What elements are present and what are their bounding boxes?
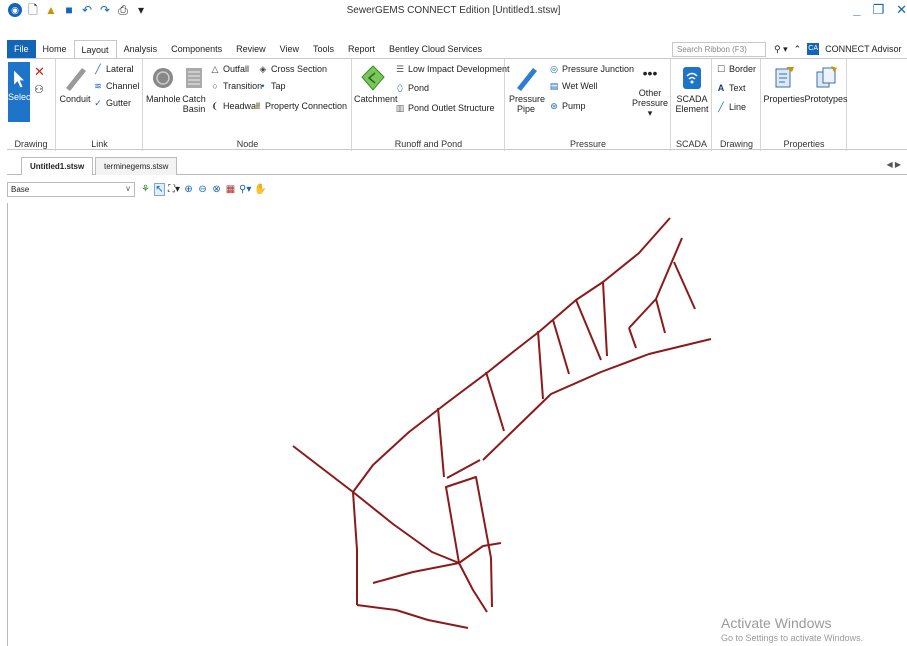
conduit-link[interactable] bbox=[673, 261, 696, 310]
conduit-link[interactable] bbox=[655, 298, 666, 334]
conduit-link[interactable] bbox=[437, 407, 445, 478]
activate-windows-watermark: Activate Windows Go to Settings to activ… bbox=[721, 615, 863, 643]
conduit-link[interactable] bbox=[628, 327, 637, 349]
conduit-link[interactable] bbox=[458, 562, 488, 613]
watermark-title: Activate Windows bbox=[721, 615, 832, 631]
conduit-link[interactable] bbox=[575, 299, 602, 361]
conduit-link[interactable] bbox=[485, 371, 505, 432]
conduit-link[interactable] bbox=[537, 330, 544, 400]
conduit-link[interactable] bbox=[292, 445, 354, 493]
conduit-link[interactable] bbox=[458, 542, 502, 564]
conduit-link[interactable] bbox=[352, 217, 671, 493]
conduit-link[interactable] bbox=[628, 237, 683, 329]
conduit-link[interactable] bbox=[482, 338, 712, 461]
conduit-link[interactable] bbox=[356, 604, 469, 629]
conduit-link[interactable] bbox=[352, 491, 358, 605]
conduit-link[interactable] bbox=[445, 476, 493, 608]
conduit-link[interactable] bbox=[372, 562, 460, 584]
conduit-link[interactable] bbox=[552, 319, 570, 375]
drawing-canvas[interactable] bbox=[7, 203, 907, 646]
sewer-network-drawing[interactable] bbox=[1, 0, 907, 646]
watermark-subtitle: Go to Settings to activate Windows. bbox=[721, 633, 864, 643]
conduit-link[interactable] bbox=[352, 491, 460, 564]
conduit-link[interactable] bbox=[602, 281, 608, 357]
conduit-link[interactable] bbox=[446, 459, 481, 479]
